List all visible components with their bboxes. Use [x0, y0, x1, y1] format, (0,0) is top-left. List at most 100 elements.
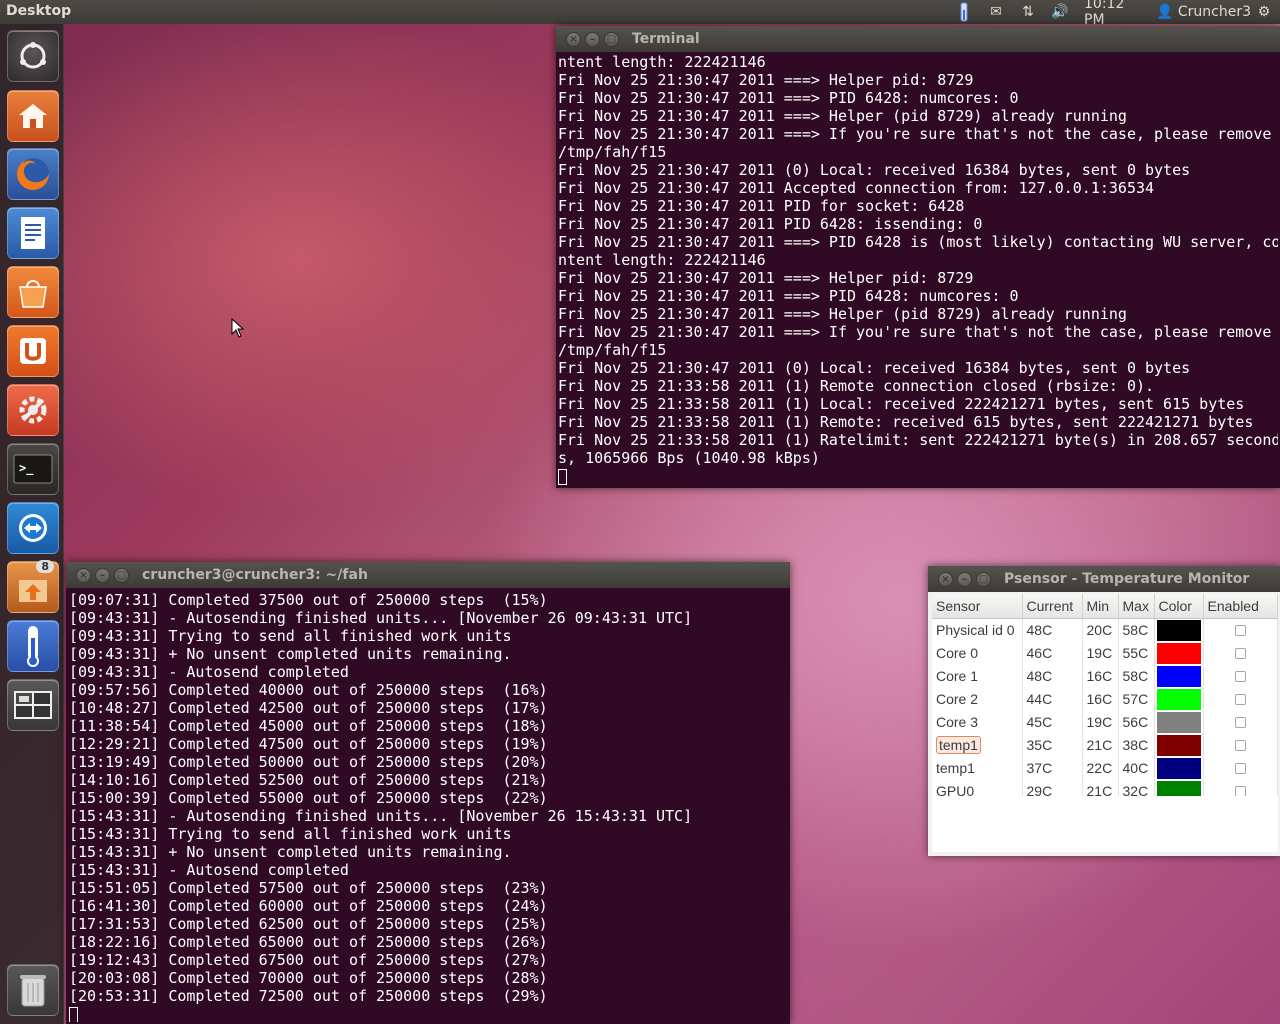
sensor-color[interactable]: [1154, 756, 1204, 780]
terminal-line: Fri Nov 25 21:30:47 2011 (0) Local: rece…: [558, 161, 1191, 179]
workspace-switcher-icon[interactable]: [7, 679, 59, 731]
column-header-enabled[interactable]: Enabled: [1203, 594, 1278, 619]
fah-terminal-window[interactable]: × – □ cruncher3@cruncher3: ~/fah [09:07:…: [66, 562, 790, 1024]
enabled-checkbox[interactable]: [1234, 693, 1246, 705]
color-swatch[interactable]: [1156, 688, 1201, 710]
terminal-cursor: [558, 467, 1278, 485]
close-button[interactable]: ×: [938, 572, 953, 587]
sensor-current: 44C: [1022, 687, 1083, 711]
enabled-checkbox[interactable]: [1234, 785, 1246, 797]
sensor-color[interactable]: [1154, 641, 1204, 665]
fah-terminal-output[interactable]: [09:07:31] Completed 37500 out of 250000…: [68, 588, 788, 1022]
user-menu[interactable]: 👤 Cruncher3: [1156, 2, 1251, 22]
sensor-row[interactable]: Core 1 48C 16C 58C: [932, 664, 1278, 688]
sensor-current: 45C: [1022, 710, 1083, 734]
enabled-checkbox[interactable]: [1234, 624, 1246, 636]
sensor-row[interactable]: Core 2 44C 16C 57C: [932, 687, 1278, 711]
color-swatch[interactable]: [1156, 757, 1201, 779]
psensor-window[interactable]: × – □ Psensor - Temperature Monitor Sens…: [928, 566, 1280, 856]
sensor-name: Core 2: [932, 687, 1023, 711]
clock[interactable]: 10:12 PM: [1084, 0, 1148, 28]
sensor-row[interactable]: temp1 37C 22C 40C: [932, 756, 1278, 780]
minimize-button[interactable]: –: [957, 572, 972, 587]
sensor-color[interactable]: [1154, 664, 1204, 688]
teamviewer-icon[interactable]: [7, 502, 59, 554]
color-swatch[interactable]: [1156, 711, 1201, 733]
sensor-color[interactable]: [1154, 733, 1204, 757]
enabled-checkbox[interactable]: [1234, 716, 1246, 728]
network-icon[interactable]: ⇅: [1018, 2, 1038, 22]
column-header-current[interactable]: Current: [1022, 594, 1083, 619]
color-swatch[interactable]: [1156, 734, 1201, 756]
terminal-line: [17:31:53] Completed 62500 out of 250000…: [69, 915, 548, 933]
session-gear-icon[interactable]: ⚙: [1254, 2, 1274, 22]
sensor-max: 56C: [1118, 710, 1155, 734]
firefox-icon[interactable]: [7, 148, 59, 200]
terminal-line: Fri Nov 25 21:30:47 2011 ===> Helper pid…: [558, 269, 974, 287]
ubuntu-one-icon[interactable]: [7, 325, 59, 377]
maximize-button[interactable]: □: [114, 568, 129, 583]
enabled-checkbox[interactable]: [1234, 762, 1246, 774]
terminal-line: Fri Nov 25 21:30:47 2011 ===> PID 6428: …: [558, 287, 1019, 305]
color-swatch[interactable]: [1156, 642, 1201, 664]
libreoffice-writer-icon[interactable]: [7, 207, 59, 259]
psensor-titlebar[interactable]: × – □ Psensor - Temperature Monitor: [928, 566, 1280, 592]
minimize-button[interactable]: –: [585, 32, 600, 47]
terminal-icon[interactable]: >_: [7, 443, 59, 495]
terminal-line: [15:43:31] Trying to send all finished w…: [69, 825, 512, 843]
sensor-enabled: [1203, 687, 1278, 711]
enabled-checkbox[interactable]: [1234, 670, 1246, 682]
terminal-titlebar[interactable]: × – □ Terminal: [556, 26, 1280, 52]
color-swatch[interactable]: [1156, 665, 1201, 687]
sensor-color[interactable]: [1154, 618, 1204, 642]
close-button[interactable]: ×: [76, 568, 91, 583]
psensor-icon[interactable]: [7, 620, 59, 672]
sensor-max: 57C: [1118, 687, 1155, 711]
mail-icon[interactable]: ✉: [986, 2, 1006, 22]
psensor-indicator-icon[interactable]: [956, 2, 972, 22]
volume-icon[interactable]: 🔊: [1048, 2, 1072, 22]
minimize-button[interactable]: –: [95, 568, 110, 583]
terminal-line: Fri Nov 25 21:30:47 2011 ===> If you're …: [558, 125, 1272, 143]
sensor-name-label: Core 3: [936, 714, 979, 730]
sensor-name-label: Core 1: [936, 668, 979, 684]
column-header-min[interactable]: Min: [1082, 594, 1119, 619]
archive-manager-icon[interactable]: 8: [7, 560, 59, 613]
sensor-row[interactable]: temp1 35C 21C 38C: [932, 733, 1278, 757]
terminal-line: ntent length: 222421146: [558, 53, 766, 71]
enabled-checkbox[interactable]: [1234, 647, 1246, 659]
svg-text:>_: >_: [19, 461, 34, 476]
terminal-output[interactable]: ntent length: 222421146 Fri Nov 25 21:30:…: [558, 52, 1278, 486]
terminal-line: [15:43:31] - Autosend completed: [69, 861, 349, 879]
sensor-current: 48C: [1022, 664, 1083, 688]
panel-title: Desktop: [6, 3, 72, 19]
close-button[interactable]: ×: [566, 32, 581, 47]
terminal-line: [13:19:49] Completed 50000 out of 250000…: [69, 753, 548, 771]
system-settings-icon[interactable]: [7, 384, 59, 436]
enabled-checkbox[interactable]: [1234, 739, 1246, 751]
terminal-window[interactable]: × – □ Terminal ntent length: 222421146 Fr…: [556, 26, 1280, 488]
terminal-line: [15:43:31] + No unsent completed units r…: [69, 843, 512, 861]
sensor-table[interactable]: Sensor Current Min Max Color Enabled Phy…: [932, 594, 1278, 803]
color-swatch[interactable]: [1156, 619, 1201, 641]
fah-titlebar[interactable]: × – □ cruncher3@cruncher3: ~/fah: [66, 562, 790, 588]
sensor-row[interactable]: Core 0 46C 19C 55C: [932, 641, 1278, 665]
sensor-color[interactable]: [1154, 710, 1204, 734]
sensor-max: 55C: [1118, 641, 1155, 665]
launcher: >_ 8: [0, 24, 64, 1024]
maximize-button[interactable]: □: [976, 572, 991, 587]
sensor-row[interactable]: Core 3 45C 19C 56C: [932, 710, 1278, 734]
sensor-name: temp1: [932, 756, 1023, 780]
terminal-line: Fri Nov 25 21:30:47 2011 ===> Helper (pi…: [558, 107, 1127, 125]
window-title: Terminal: [632, 31, 700, 47]
software-center-icon[interactable]: [7, 266, 59, 318]
trash-icon[interactable]: [7, 964, 59, 1016]
column-header-sensor[interactable]: Sensor: [932, 594, 1023, 619]
maximize-button[interactable]: □: [604, 32, 619, 47]
dash-icon[interactable]: [7, 30, 59, 82]
sensor-color[interactable]: [1154, 687, 1204, 711]
sensor-row[interactable]: Physical id 0 48C 20C 58C: [932, 618, 1278, 642]
home-folder-icon[interactable]: [7, 90, 59, 142]
column-header-max[interactable]: Max: [1118, 594, 1155, 619]
column-header-color[interactable]: Color: [1154, 594, 1204, 619]
